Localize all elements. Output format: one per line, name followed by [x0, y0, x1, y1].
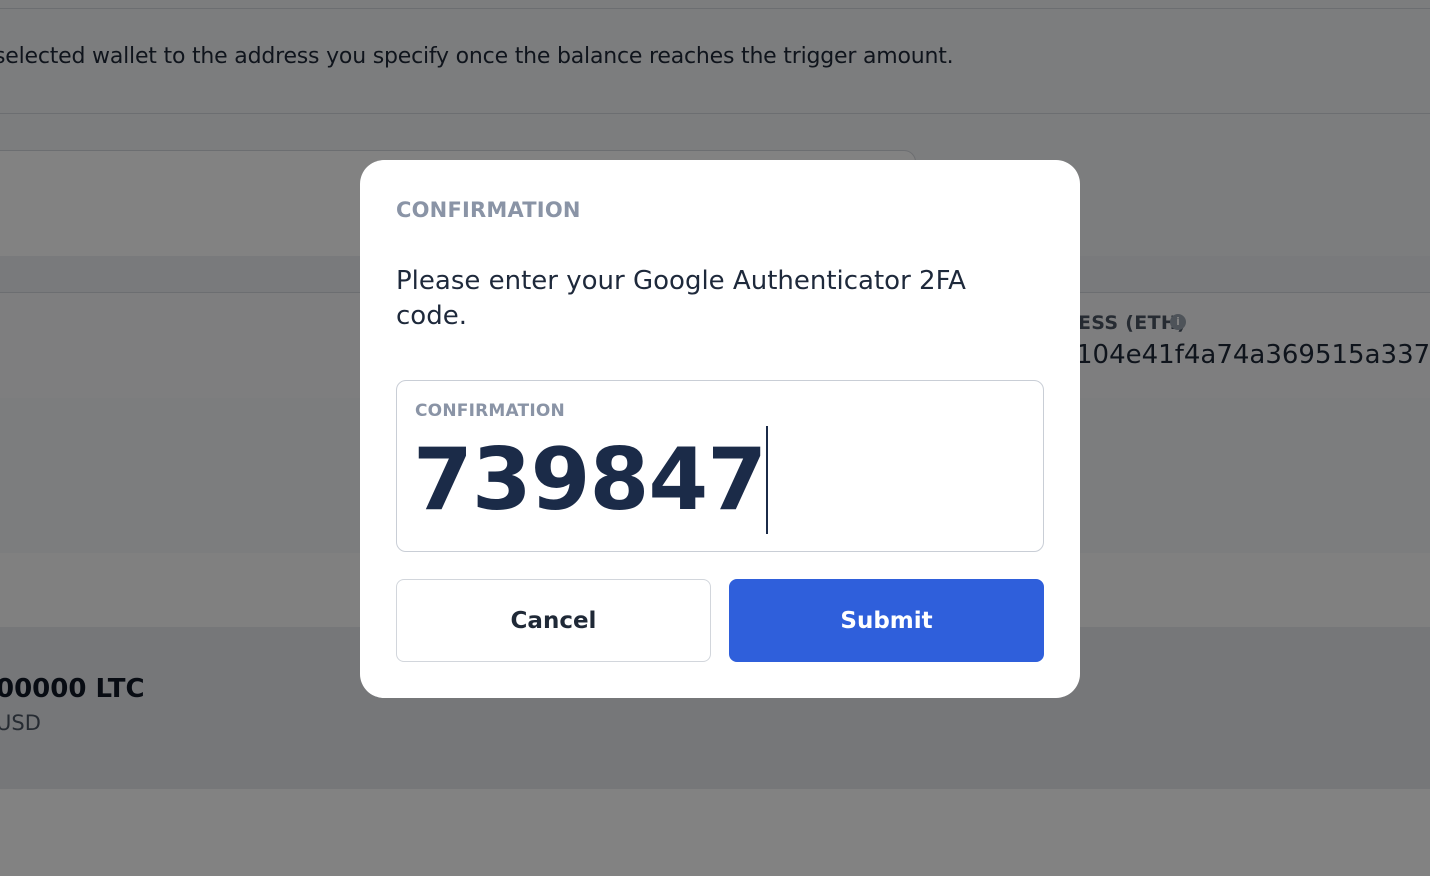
page: selected wallet to the address you speci…	[0, 0, 1430, 876]
confirmation-field-label: CONFIRMATION	[415, 401, 565, 421]
cancel-button[interactable]: Cancel	[396, 579, 711, 662]
submit-button[interactable]: Submit	[729, 579, 1044, 662]
confirmation-dialog: CONFIRMATION Please enter your Google Au…	[360, 160, 1080, 698]
confirmation-code-value: 739847	[413, 430, 767, 530]
dialog-message: Please enter your Google Authenticator 2…	[396, 266, 966, 331]
confirmation-code-field[interactable]: CONFIRMATION 739847	[396, 380, 1044, 552]
text-caret	[766, 426, 769, 534]
confirmation-input[interactable]: 739847	[413, 425, 769, 535]
dialog-title: CONFIRMATION	[396, 198, 581, 222]
